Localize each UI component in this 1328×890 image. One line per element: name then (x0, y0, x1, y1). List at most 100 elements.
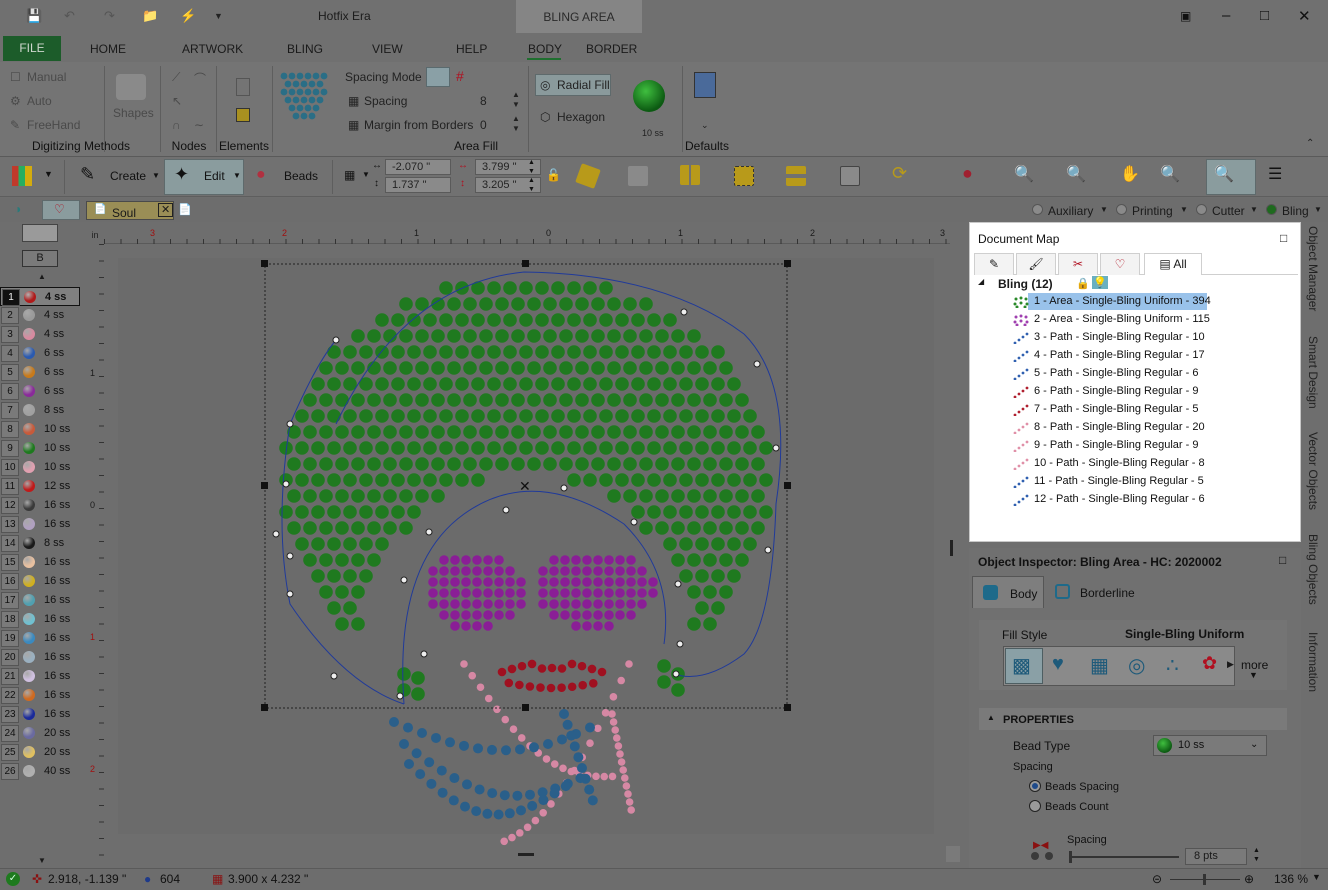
spacing-slider-thumb[interactable] (1069, 851, 1072, 863)
fill-heart-icon[interactable]: ♥ (1052, 653, 1064, 676)
edit-button[interactable]: Edit (204, 169, 225, 183)
path-node[interactable] (420, 650, 428, 658)
path-node[interactable] (630, 518, 638, 526)
bead-swatch-row[interactable]: 24 20 ss (0, 724, 86, 743)
order-icon[interactable] (840, 166, 860, 186)
tab-home[interactable]: HOME (90, 42, 126, 56)
auxiliary-radio[interactable] (1032, 204, 1043, 215)
tab-bling-objects[interactable]: Bling Objects (1306, 534, 1320, 605)
path-node[interactable] (772, 444, 780, 452)
bead-swatch-row[interactable]: 19 16 ss (0, 629, 86, 648)
open-folder-icon[interactable]: 📁 (142, 8, 158, 24)
node-arc-icon[interactable]: ∩ (172, 118, 181, 132)
tree-root-bling[interactable]: Bling (12) (998, 277, 1053, 291)
document-map-item[interactable]: 5 - Path - Single-Bling Regular - 6 (970, 365, 1300, 383)
bead-swatch-row[interactable]: 6 6 ss (0, 382, 86, 401)
color-palette-icon[interactable] (12, 166, 32, 186)
inspector-maximize-icon[interactable]: □ (1279, 553, 1286, 567)
margin-stepper[interactable]: ▲ ▼ (512, 114, 520, 134)
path-node[interactable] (286, 420, 294, 428)
path-node[interactable] (400, 576, 408, 584)
bead-swatch-row[interactable]: 11 12 ss (0, 477, 86, 496)
spacing-stepper[interactable]: ▲ ▼ (512, 90, 520, 110)
bead-swatch-row[interactable]: 3 4 ss (0, 325, 86, 344)
tab-bling-filter[interactable]: ♡ (1100, 253, 1140, 275)
path-node[interactable] (674, 580, 682, 588)
node-curve-icon[interactable]: ⌒ (194, 70, 206, 87)
path-node[interactable] (286, 552, 294, 560)
path-node[interactable] (272, 530, 280, 538)
path-node[interactable] (396, 692, 404, 700)
tab-draw-filter[interactable]: ✎ (974, 253, 1014, 275)
bead-swatch-row[interactable]: 2 4 ss (0, 306, 86, 325)
element-frame-icon[interactable] (236, 78, 250, 96)
undo-icon[interactable]: ↶ (64, 8, 75, 24)
zoom-in-icon[interactable]: ⊕ (1244, 872, 1254, 886)
canvas-splitter[interactable] (950, 540, 953, 556)
bead-swatch-row[interactable]: 15 16 ss (0, 553, 86, 572)
cutter-radio[interactable] (1196, 204, 1207, 215)
defaults-dropdown-icon[interactable]: ⌄ (701, 120, 709, 131)
focus-icon[interactable]: ▣ (1180, 9, 1191, 23)
palette-dropdown-icon[interactable]: ▼ (44, 169, 53, 179)
tree-expand-icon[interactable]: ◢ (978, 277, 984, 286)
document-map-item[interactable]: 7 - Path - Single-Bling Regular - 5 (970, 401, 1300, 419)
document-map-item[interactable]: 9 - Path - Single-Bling Regular - 9 (970, 437, 1300, 455)
redo-icon[interactable]: ↷ (104, 8, 115, 24)
document-map-item[interactable]: 10 - Path - Single-Bling Regular - 8 (970, 455, 1300, 473)
document-map-item[interactable]: 1 - Area - Single-Bling Uniform - 394 (970, 293, 1300, 311)
path-node[interactable] (560, 484, 568, 492)
bling-fill-preview-icon[interactable] (278, 70, 330, 122)
size-stepper[interactable]: ▲ ▼ ▲ ▼ (528, 158, 535, 194)
bead-swatch-row[interactable]: 22 16 ss (0, 686, 86, 705)
spacing-value[interactable]: 8 (480, 94, 487, 108)
tab-all[interactable]: ▤ All (1144, 253, 1202, 275)
bead-swatch-row[interactable]: 25 20 ss (0, 743, 86, 762)
bead-swatch-row[interactable]: 20 16 ss (0, 648, 86, 667)
combine-icon[interactable] (734, 166, 754, 186)
freehand-button[interactable]: FreeHand (27, 118, 80, 132)
tab-smart-design[interactable]: Smart Design (1306, 336, 1320, 409)
collapse-ribbon-icon[interactable]: ⌃ (1306, 138, 1314, 149)
tab-artwork[interactable]: ARTWORK (182, 42, 243, 56)
node-line-icon[interactable]: ⟋ (172, 70, 180, 85)
tab-view[interactable]: VIEW (372, 42, 403, 56)
minimize-icon[interactable]: – (1222, 7, 1230, 24)
margin-value[interactable]: 0 (480, 118, 487, 132)
path-node[interactable] (332, 336, 340, 344)
align-icon[interactable] (786, 166, 806, 186)
zoom-dropdown-icon[interactable]: ▼ (1312, 872, 1321, 882)
spacing-slider-track[interactable] (1069, 856, 1179, 858)
path-node[interactable] (672, 670, 680, 678)
edit-dropdown-icon[interactable]: ▼ (233, 171, 241, 180)
palette-scroll-down-icon[interactable]: ▼ (38, 856, 46, 865)
bead-color-icon[interactable]: ● (962, 163, 973, 184)
tab-body-inspector[interactable]: Body (972, 576, 1044, 608)
bead-swatch-row[interactable]: 7 8 ss (0, 401, 86, 420)
zoom-slider-thumb[interactable] (1203, 874, 1206, 885)
printing-label[interactable]: Printing (1132, 204, 1173, 218)
bead-swatch-row[interactable]: 13 16 ss (0, 515, 86, 534)
center-marker-icon[interactable]: ✕ (519, 479, 531, 495)
tab-help[interactable]: HELP (456, 42, 487, 56)
element-fill-icon[interactable] (236, 108, 250, 122)
y-position-input[interactable]: 1.737 " (385, 177, 451, 193)
document-map-maximize-icon[interactable]: □ (1280, 231, 1287, 245)
beads-count-label[interactable]: Beads Count (1045, 801, 1109, 813)
fill-scatter-icon[interactable]: ∴ (1166, 653, 1179, 678)
spacing-value-input[interactable]: 8 pts (1185, 848, 1247, 865)
create-button[interactable]: Create (110, 169, 146, 183)
bead-swatch-row[interactable]: 14 8 ss (0, 534, 86, 553)
close-document-icon[interactable]: ✕ (158, 203, 174, 217)
canvas-bottom-splitter[interactable] (518, 853, 534, 856)
bling-label[interactable]: Bling (1282, 204, 1309, 218)
auxiliary-dropdown-icon[interactable]: ▼ (1100, 205, 1108, 214)
pan-icon[interactable]: ✋ (1120, 164, 1140, 184)
document-map-item[interactable]: 8 - Path - Single-Bling Regular - 20 (970, 419, 1300, 437)
bead-preview-icon[interactable] (633, 80, 665, 112)
beads-count-radio[interactable] (1029, 800, 1041, 812)
path-node[interactable] (425, 528, 433, 536)
bling-dropdown-icon[interactable]: ▼ (1314, 205, 1322, 214)
document-map-item[interactable]: 12 - Path - Single-Bling Regular - 6 (970, 491, 1300, 509)
path-node[interactable] (282, 480, 290, 488)
